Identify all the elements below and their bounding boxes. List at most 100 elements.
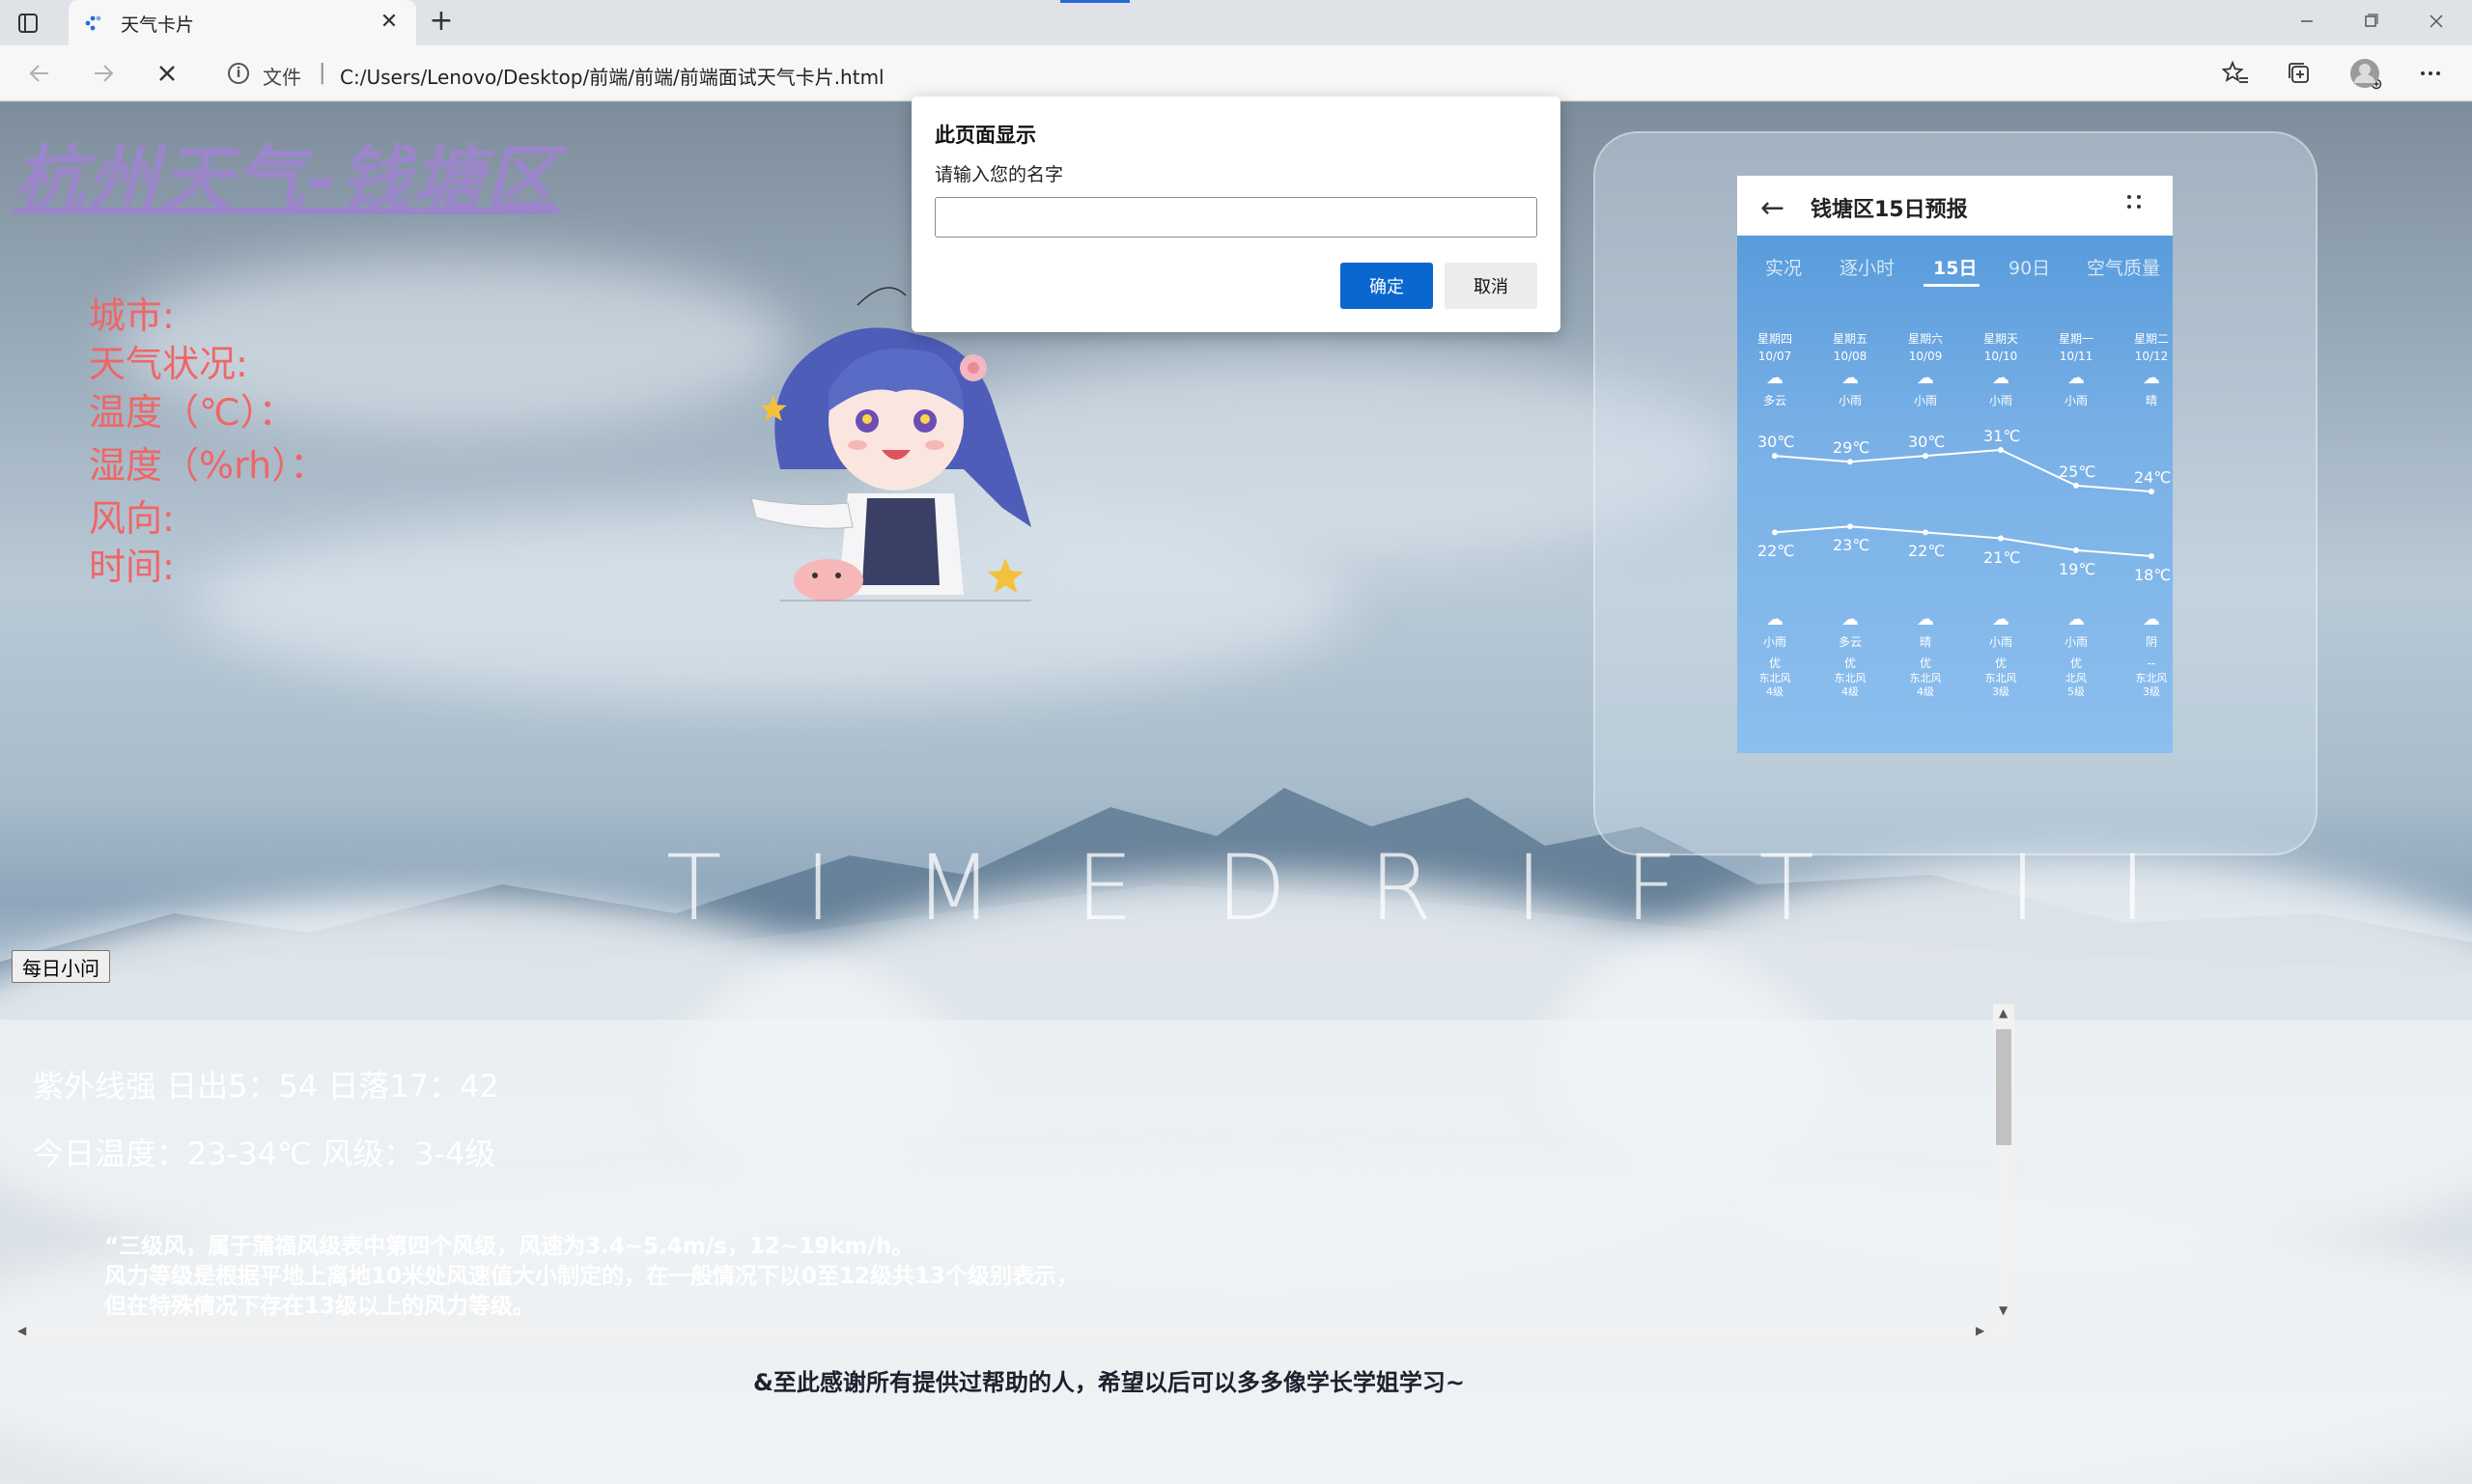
dialog-message: 请输入您的名字 (935, 164, 1064, 185)
stop-loading-icon[interactable] (151, 57, 183, 90)
note-line: “三级风，属于蒲福风级表中第四个风级，风速为3.4~5.4m/s，12~19km… (104, 1234, 914, 1259)
wind-direction-label: 风向: (89, 497, 175, 540)
favorites-icon[interactable] (2219, 57, 2252, 90)
horizontal-scrollbar[interactable]: ◀ ▶ (12, 1321, 2014, 1342)
active-tab[interactable]: 天气卡片 ✕ (69, 0, 416, 45)
forecast-night-column: ☁ 晴优东北风 4级 (1888, 606, 1963, 699)
day-date: 10/08 (1833, 350, 1868, 363)
aqi-level: 优 (1768, 657, 1781, 670)
page-title: 杭州天气-钱塘区 (14, 138, 559, 221)
aqi-level: -- (2147, 657, 2156, 670)
tab-hourly[interactable]: 逐小时 (1840, 254, 1895, 280)
wind-level: 3级 (2143, 686, 2160, 698)
forecast-day-column: 星期二 10/12 ☁ 晴 (2114, 330, 2173, 409)
forecast-day-column: 星期天 10/10 ☁ 小雨 (1963, 330, 2038, 409)
loading-indicator (1060, 0, 1130, 3)
back-arrow-icon[interactable] (23, 57, 56, 90)
wind-level: 5级 (2067, 686, 2085, 698)
address-bar: i 文件 | C:/Users/Lenovo/Desktop/前端/前端/前端面… (0, 45, 2472, 101)
cloud-icon: ☁ (1766, 368, 1784, 388)
wind-level: 4级 (1841, 686, 1859, 698)
forward-arrow-icon[interactable] (87, 57, 120, 90)
day-weather: 小雨 (1913, 394, 1937, 407)
high-temperature-point (1923, 453, 1928, 460)
scroll-up-icon[interactable]: ▲ (1999, 1006, 2008, 1020)
day-of-week: 星期二 (2133, 332, 2169, 346)
back-arrow-icon[interactable]: ← (1760, 191, 1784, 225)
wind-level: 3级 (1992, 686, 2009, 698)
weather-info-list: 城市: 天气状况: 温度（℃）： 湿度（%rh）： 风向: 时间: (89, 292, 326, 591)
url-field[interactable]: i 文件 | C:/Users/Lenovo/Desktop/前端/前端/前端面… (211, 51, 2382, 96)
night-weather: 小雨 (2064, 635, 2088, 649)
dialog-title: 此页面显示 (935, 124, 1036, 147)
time-label: 时间: (89, 546, 175, 588)
day-of-week: 星期四 (1756, 332, 1792, 346)
expand-icon[interactable] (2120, 187, 2149, 216)
high-temperature-point (1998, 447, 2004, 453)
forecast-day-column: 星期一 10/11 ☁ 小雨 (2038, 330, 2114, 409)
day-of-week: 星期五 (1832, 332, 1868, 346)
day-date: 10/10 (1983, 350, 2018, 363)
tab-realtime[interactable]: 实况 (1765, 254, 1802, 280)
aqi-level: 优 (2069, 657, 2082, 670)
temperature-trend-chart (1772, 447, 2154, 559)
ok-button[interactable]: 确定 (1340, 263, 1433, 309)
active-tab-underline (1924, 284, 1980, 287)
window-close-icon[interactable] (2422, 10, 2451, 33)
forecast-day-column: 星期五 10/08 ☁ 小雨 (1812, 330, 1888, 409)
aqi-level: 优 (1919, 657, 1931, 670)
forecast-night-column: ☁ 阴 -- 东北风 3级 (2114, 606, 2173, 699)
site-info-icon[interactable]: i (228, 63, 249, 84)
night-weather: 晴 (1919, 635, 1931, 649)
info-panel-content: 紫外线强 日出5：54 日落17：42 今日温度：23-34℃ 风级：3-4级 … (12, 1004, 1993, 1321)
name-input[interactable] (935, 197, 1537, 238)
day-of-week: 星期天 (1982, 332, 2018, 346)
day-date: 10/11 (2059, 350, 2093, 363)
daily-question-button[interactable]: 每日小问 (12, 950, 110, 983)
forecast-night-column: ☁ 多云优东北风 4级 (1812, 606, 1888, 699)
tab-90-day[interactable]: 90日 (2008, 254, 2050, 280)
new-tab-button[interactable]: + (425, 7, 458, 38)
scroll-left-icon[interactable]: ◀ (17, 1324, 26, 1337)
scroll-right-icon[interactable]: ▶ (1976, 1324, 1984, 1337)
low-temperature-line (1774, 525, 2152, 557)
wind-direction: 东北风 (1758, 672, 1791, 685)
note-line: 风力等级是根据平地上离地10米处风速值大小制定的，在一般情况下以0至12级共13… (104, 1264, 1080, 1289)
night-weather: 小雨 (1988, 635, 2012, 649)
cloud-icon: ☁ (1917, 368, 1934, 388)
low-temperature-point (1772, 529, 1778, 536)
collections-icon[interactable] (2283, 57, 2316, 90)
tab-15-day[interactable]: 15日 (1933, 254, 1977, 280)
cloud-icon: ☁ (2067, 609, 2085, 630)
low-temperature-point (2149, 553, 2154, 559)
wind-level: 4级 (1766, 686, 1784, 698)
vertical-scroll-thumb[interactable] (1996, 1029, 2011, 1145)
loading-spinner-icon (84, 14, 105, 33)
wind-direction: 东北风 (1834, 672, 1867, 685)
minimize-icon[interactable] (2292, 10, 2321, 33)
close-tab-icon[interactable]: ✕ (376, 9, 403, 36)
tab-air-quality[interactable]: 空气质量 (2087, 254, 2160, 280)
more-options-icon[interactable] (2414, 57, 2447, 90)
humidity-label: 湿度（%rh）： (89, 444, 327, 487)
scroll-down-icon[interactable]: ▼ (1999, 1303, 2008, 1317)
vertical-scrollbar[interactable]: ▲ ▼ (1993, 1004, 2014, 1321)
url-text[interactable]: C:/Users/Lenovo/Desktop/前端/前端/前端面试天气卡片.h… (340, 62, 885, 90)
temperature-wind-info: 今日温度：23-34℃ 风级：3-4级 (33, 1135, 496, 1172)
day-weather: 小雨 (1988, 394, 2012, 407)
tab-strip: 天气卡片 ✕ + (0, 0, 2472, 45)
cloud-icon: ☁ (1841, 609, 1859, 630)
low-temperature-point (1998, 535, 2004, 542)
tab-actions-icon[interactable] (14, 9, 42, 38)
low-temperature-point (1923, 529, 1928, 536)
day-date: 10/07 (1757, 350, 1792, 363)
day-of-week: 星期六 (1907, 332, 1943, 346)
restore-icon[interactable] (2356, 10, 2385, 33)
forecast-widget: ← 钱塘区15日预报 实况 逐小时 15日 90日 空气质量 星期四 10/07 ☁… (1737, 176, 2173, 753)
cloud-icon: ☁ (1992, 368, 2009, 388)
profile-avatar-icon[interactable] (2348, 57, 2381, 90)
cloud-icon: ☁ (1992, 609, 2009, 630)
cloud-icon: ☁ (2067, 368, 2085, 388)
cancel-button[interactable]: 取消 (1445, 263, 1537, 309)
info-scroll-panel[interactable]: 紫外线强 日出5：54 日落17：42 今日温度：23-34℃ 风级：3-4级 … (12, 1004, 2014, 1342)
